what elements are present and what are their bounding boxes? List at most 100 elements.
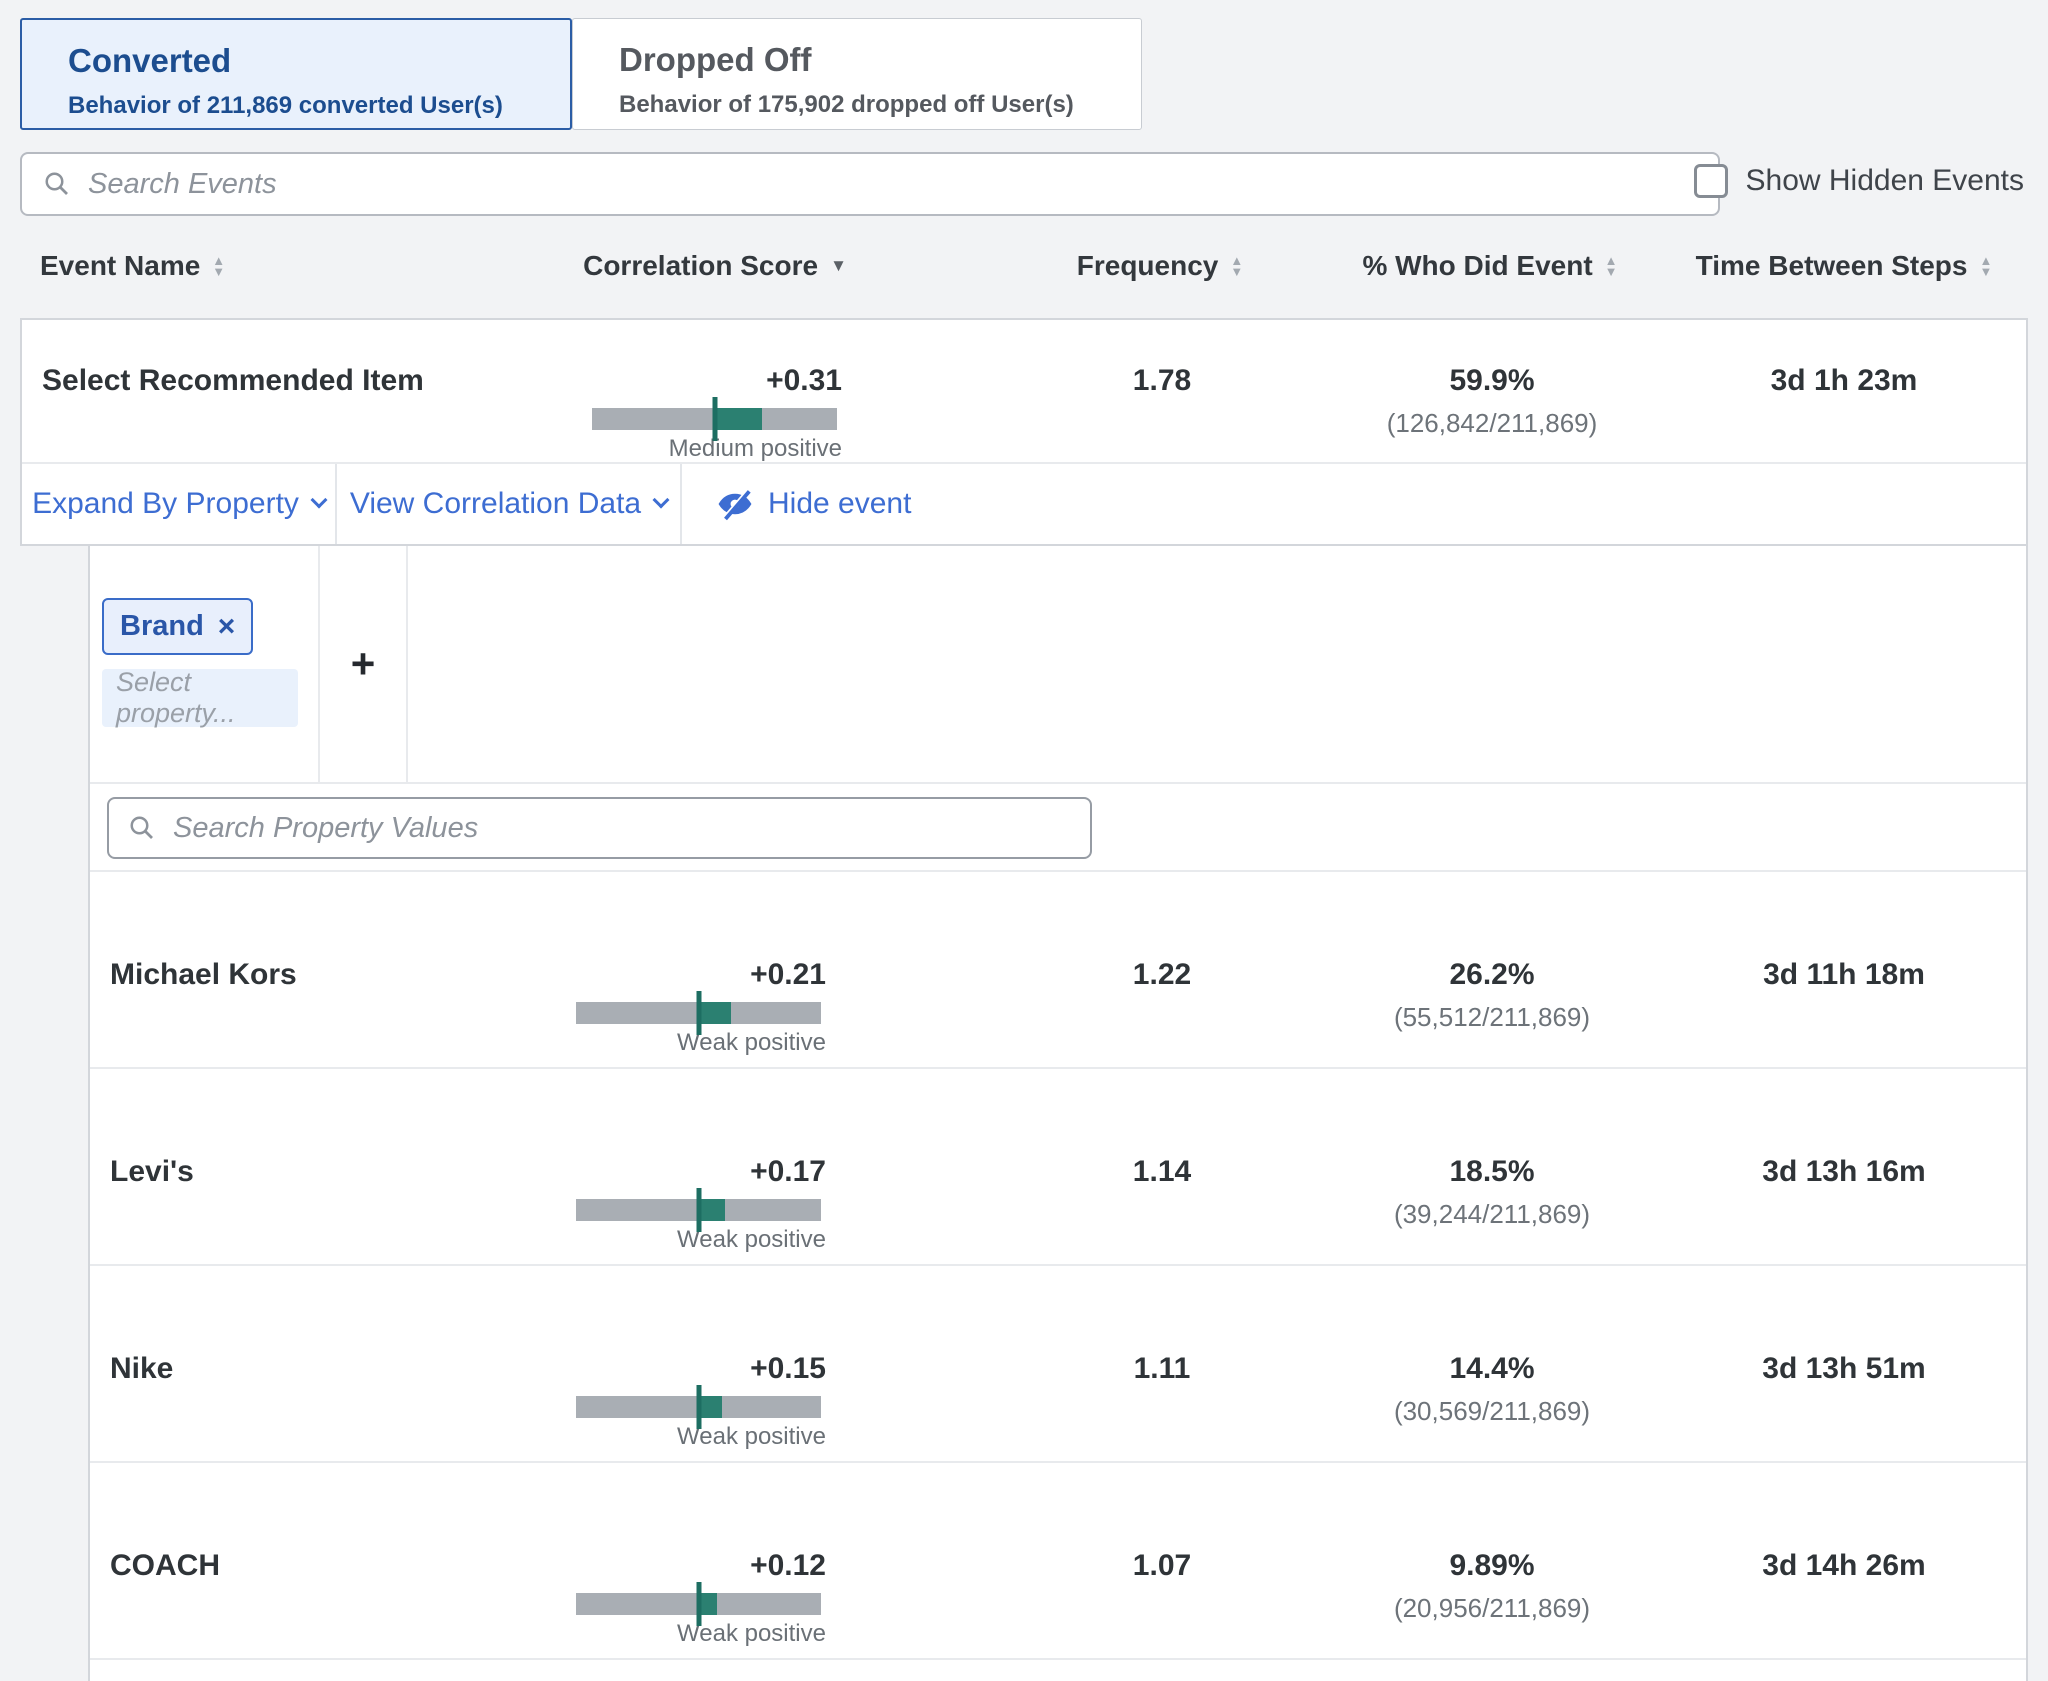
next-property-row-partial xyxy=(90,1660,2026,1681)
pct-fraction: (39,244/211,869) xyxy=(1322,1197,1662,1231)
correlation-bar xyxy=(576,1199,821,1221)
correlation-cell: +0.31 Medium positive xyxy=(592,364,842,462)
checkbox-icon[interactable] xyxy=(1694,164,1728,198)
correlation-bar xyxy=(576,1396,821,1418)
column-header-frequency[interactable]: Frequency ▲▼ xyxy=(1000,250,1320,282)
sort-icon[interactable]: ▲▼ xyxy=(1979,255,1992,277)
correlation-bar xyxy=(576,1593,821,1615)
search-events-input[interactable] xyxy=(88,168,1698,201)
tab-dropped-off[interactable]: Dropped Off Behavior of 175,902 dropped … xyxy=(572,18,1142,130)
search-property-values-section xyxy=(90,784,2026,872)
expand-by-property-button[interactable]: Expand By Property xyxy=(22,464,337,544)
property-row[interactable]: Michael Kors +0.21 Weak positive 1.22 26… xyxy=(90,872,2026,1069)
pct-cell: 18.5% (39,244/211,869) xyxy=(1322,1155,1662,1231)
event-name: Select Recommended Item xyxy=(22,364,562,398)
view-correlation-data-button[interactable]: View Correlation Data xyxy=(337,464,682,544)
correlation-bar-fill xyxy=(699,1002,731,1024)
event-action-bar: Expand By Property View Correlation Data… xyxy=(22,464,2026,544)
conversion-tabs: Converted Behavior of 211,869 converted … xyxy=(20,18,1142,130)
correlation-cell: +0.21 Weak positive xyxy=(576,958,826,1056)
correlation-score: +0.31 xyxy=(592,364,842,398)
pct-fraction: (30,569/211,869) xyxy=(1322,1394,1662,1428)
frequency-value: 1.78 xyxy=(1002,364,1322,398)
correlation-bar-zero-tick xyxy=(696,991,701,1035)
sort-icon[interactable]: ▲▼ xyxy=(212,255,225,277)
property-row[interactable]: COACH +0.12 Weak positive 1.07 9.89% (20… xyxy=(90,1463,2026,1660)
correlation-score: +0.15 xyxy=(576,1352,826,1386)
sort-icon[interactable]: ▲▼ xyxy=(1605,255,1618,277)
correlation-strength-label: Weak positive xyxy=(576,1030,826,1056)
correlation-bar-zero-tick xyxy=(712,397,717,441)
search-icon xyxy=(42,169,72,199)
correlation-bar xyxy=(592,408,837,430)
pct-value: 59.9% xyxy=(1322,364,1662,398)
pct-value: 9.89% xyxy=(1322,1549,1662,1583)
column-header-event-name[interactable]: Event Name ▲▼ xyxy=(20,250,560,282)
add-property-button[interactable]: + xyxy=(320,546,408,782)
show-hidden-events-label: Show Hidden Events xyxy=(1746,164,2025,198)
search-property-values-box[interactable] xyxy=(107,797,1092,859)
pct-cell: 59.9% (126,842/211,869) xyxy=(1322,364,1662,440)
event-row[interactable]: Select Recommended Item +0.31 Medium pos… xyxy=(22,320,2026,464)
column-header-pct-who-did-event[interactable]: % Who Did Event ▲▼ xyxy=(1320,250,1660,282)
correlation-strength-label: Weak positive xyxy=(576,1227,826,1253)
search-property-values-input[interactable] xyxy=(173,812,1072,845)
select-property-input[interactable]: Select property... xyxy=(102,669,298,727)
property-breakdown-panel: Brand × Select property... + xyxy=(88,546,2028,1681)
correlation-cell: +0.17 Weak positive xyxy=(576,1155,826,1253)
correlation-bar-fill xyxy=(699,1199,725,1221)
pct-fraction: (20,956/211,869) xyxy=(1322,1591,1662,1625)
property-chip-column: Brand × Select property... xyxy=(90,546,320,782)
sort-icon[interactable]: ▲▼ xyxy=(1230,255,1243,277)
correlation-bar-zero-tick xyxy=(696,1188,701,1232)
hide-event-button[interactable]: Hide event xyxy=(682,464,911,544)
tab-converted-title: Converted xyxy=(68,42,570,80)
chevron-down-icon xyxy=(310,492,327,509)
property-picker: Brand × Select property... + xyxy=(90,546,2026,784)
search-events-row: Show Hidden Events xyxy=(20,152,2028,216)
correlation-score: +0.12 xyxy=(576,1549,826,1583)
brand-property-chip[interactable]: Brand × xyxy=(102,598,253,655)
pct-cell: 26.2% (55,512/211,869) xyxy=(1322,958,1662,1034)
property-row[interactable]: Nike +0.15 Weak positive 1.11 14.4% (30,… xyxy=(90,1266,2026,1463)
pct-value: 26.2% xyxy=(1322,958,1662,992)
correlation-bar-fill xyxy=(699,1396,722,1418)
correlation-score: +0.17 xyxy=(576,1155,826,1189)
correlation-analysis-view: Converted Behavior of 211,869 converted … xyxy=(0,0,2048,1681)
frequency-value: 1.07 xyxy=(1002,1549,1322,1583)
show-hidden-events-toggle[interactable]: Show Hidden Events xyxy=(1694,164,2025,198)
event-card: Select Recommended Item +0.31 Medium pos… xyxy=(20,318,2028,546)
search-events-box[interactable] xyxy=(20,152,1720,216)
sort-desc-icon[interactable]: ▼ xyxy=(830,256,847,276)
time-between-steps-value: 3d 13h 16m xyxy=(1662,1155,2026,1189)
correlation-strength-label: Weak positive xyxy=(576,1424,826,1450)
eye-off-icon xyxy=(716,485,754,523)
chip-label: Brand xyxy=(120,610,204,643)
correlation-bar xyxy=(576,1002,821,1024)
property-name: Michael Kors xyxy=(90,958,562,992)
pct-fraction: (55,512/211,869) xyxy=(1322,1000,1662,1034)
correlation-bar-fill xyxy=(715,408,762,430)
correlation-cell: +0.15 Weak positive xyxy=(576,1352,826,1450)
time-between-steps-value: 3d 13h 51m xyxy=(1662,1352,2026,1386)
remove-chip-icon[interactable]: × xyxy=(218,613,236,641)
time-between-steps-value: 3d 14h 26m xyxy=(1662,1549,2026,1583)
plus-icon: + xyxy=(351,640,376,688)
time-between-steps-value: 3d 11h 18m xyxy=(1662,958,2026,992)
frequency-value: 1.14 xyxy=(1002,1155,1322,1189)
tab-converted[interactable]: Converted Behavior of 211,869 converted … xyxy=(20,18,572,130)
chevron-down-icon xyxy=(653,492,670,509)
frequency-value: 1.22 xyxy=(1002,958,1322,992)
pct-value: 14.4% xyxy=(1322,1352,1662,1386)
column-header-correlation-score[interactable]: Correlation Score ▼ xyxy=(575,250,855,282)
correlation-strength-label: Weak positive xyxy=(576,1621,826,1647)
correlation-bar-zero-tick xyxy=(696,1385,701,1429)
column-header-time-between-steps[interactable]: Time Between Steps ▲▼ xyxy=(1660,250,2028,282)
pct-value: 18.5% xyxy=(1322,1155,1662,1189)
table-header: Event Name ▲▼ Correlation Score ▼ Freque… xyxy=(20,250,2028,306)
tab-dropped-off-title: Dropped Off xyxy=(619,41,1141,79)
time-between-steps-value: 3d 1h 23m xyxy=(1662,364,2026,398)
property-name: Nike xyxy=(90,1352,562,1386)
property-row[interactable]: Levi's +0.17 Weak positive 1.14 18.5% (3… xyxy=(90,1069,2026,1266)
correlation-bar-fill xyxy=(699,1593,717,1615)
